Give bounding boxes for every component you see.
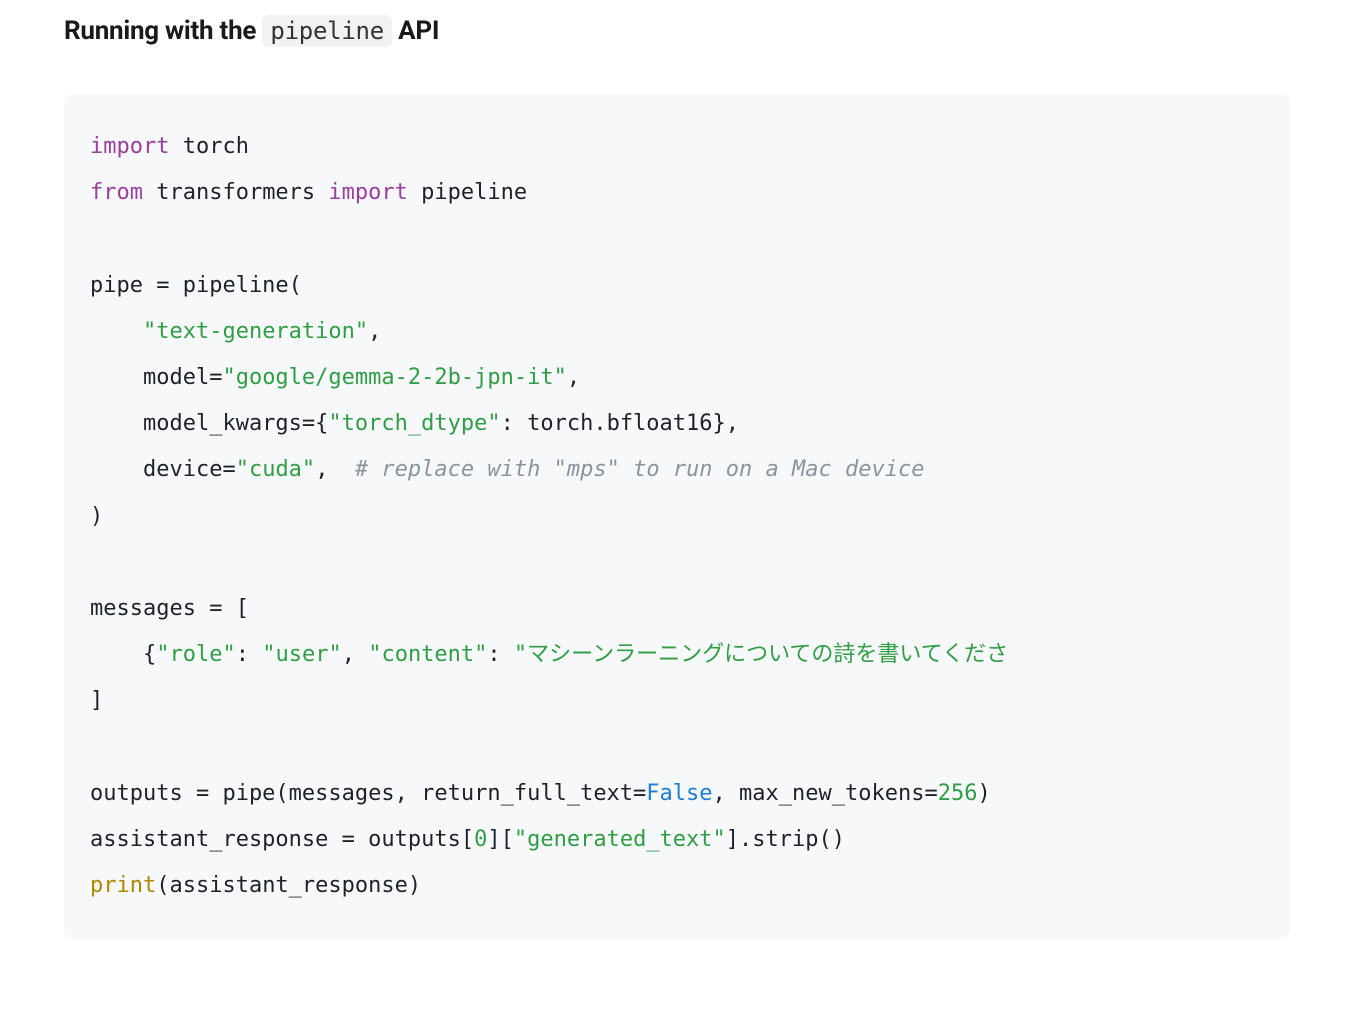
code-token: : [487,642,514,667]
code-token: import [90,134,169,159]
code-token: "cuda" [236,457,315,482]
code-token: pipeline [408,180,527,205]
code-token: assistant_response = outputs[ [90,827,474,852]
code-token: ][ [487,827,514,852]
section-heading: Running with the pipeline API [64,16,1290,46]
code-token: , [368,319,381,344]
code-token: from [90,180,143,205]
heading-text-pre: Running with the [64,16,262,46]
code-token: False [646,781,712,806]
code-comment: # replace with "mps" to run on a Mac dev… [355,457,925,482]
code-token: : [236,642,263,667]
code-token: "torch_dtype" [328,411,500,436]
code-token: print [90,873,156,898]
code-token: transformers [143,180,328,205]
code-token: outputs = pipe(messages, return_full_tex… [90,781,646,806]
code-token: "role" [156,642,235,667]
code-token: { [90,642,156,667]
code-token: "text-generation" [143,319,368,344]
code-token: model_kwargs={ [90,411,328,436]
code-token: "content" [368,642,487,667]
code-token: torch [169,134,248,159]
code-token: messages = [ [90,596,249,621]
code-token: , [342,642,369,667]
code-token: ].strip() [726,827,845,852]
heading-text-post: API [392,16,439,46]
code-token: device= [90,457,236,482]
code-token: : torch.bfloat16}, [501,411,739,436]
code-token: ) [90,504,103,529]
code-token: "マシーンラーニングについての詩を書いてくださ [514,642,1008,667]
code-token: ] [90,688,103,713]
code-block[interactable]: import torch from transformers import pi… [64,94,1290,939]
code-token: "google/gemma-2-2b-jpn-it" [222,365,566,390]
code-token: "generated_text" [514,827,726,852]
code-token: 256 [938,781,978,806]
code-token [90,319,143,344]
code-token: , [315,457,355,482]
doc-container: Running with the pipeline API import tor… [0,0,1354,979]
code-token: "user" [262,642,341,667]
code-token: , [567,365,580,390]
code-token: pipe = pipeline( [90,273,302,298]
code-token: 0 [474,827,487,852]
code-token: model= [90,365,222,390]
code-token: , max_new_tokens= [713,781,938,806]
code-token: (assistant_response) [156,873,421,898]
heading-inline-code: pipeline [262,15,392,47]
code-token: ) [977,781,990,806]
code-token: import [328,180,407,205]
